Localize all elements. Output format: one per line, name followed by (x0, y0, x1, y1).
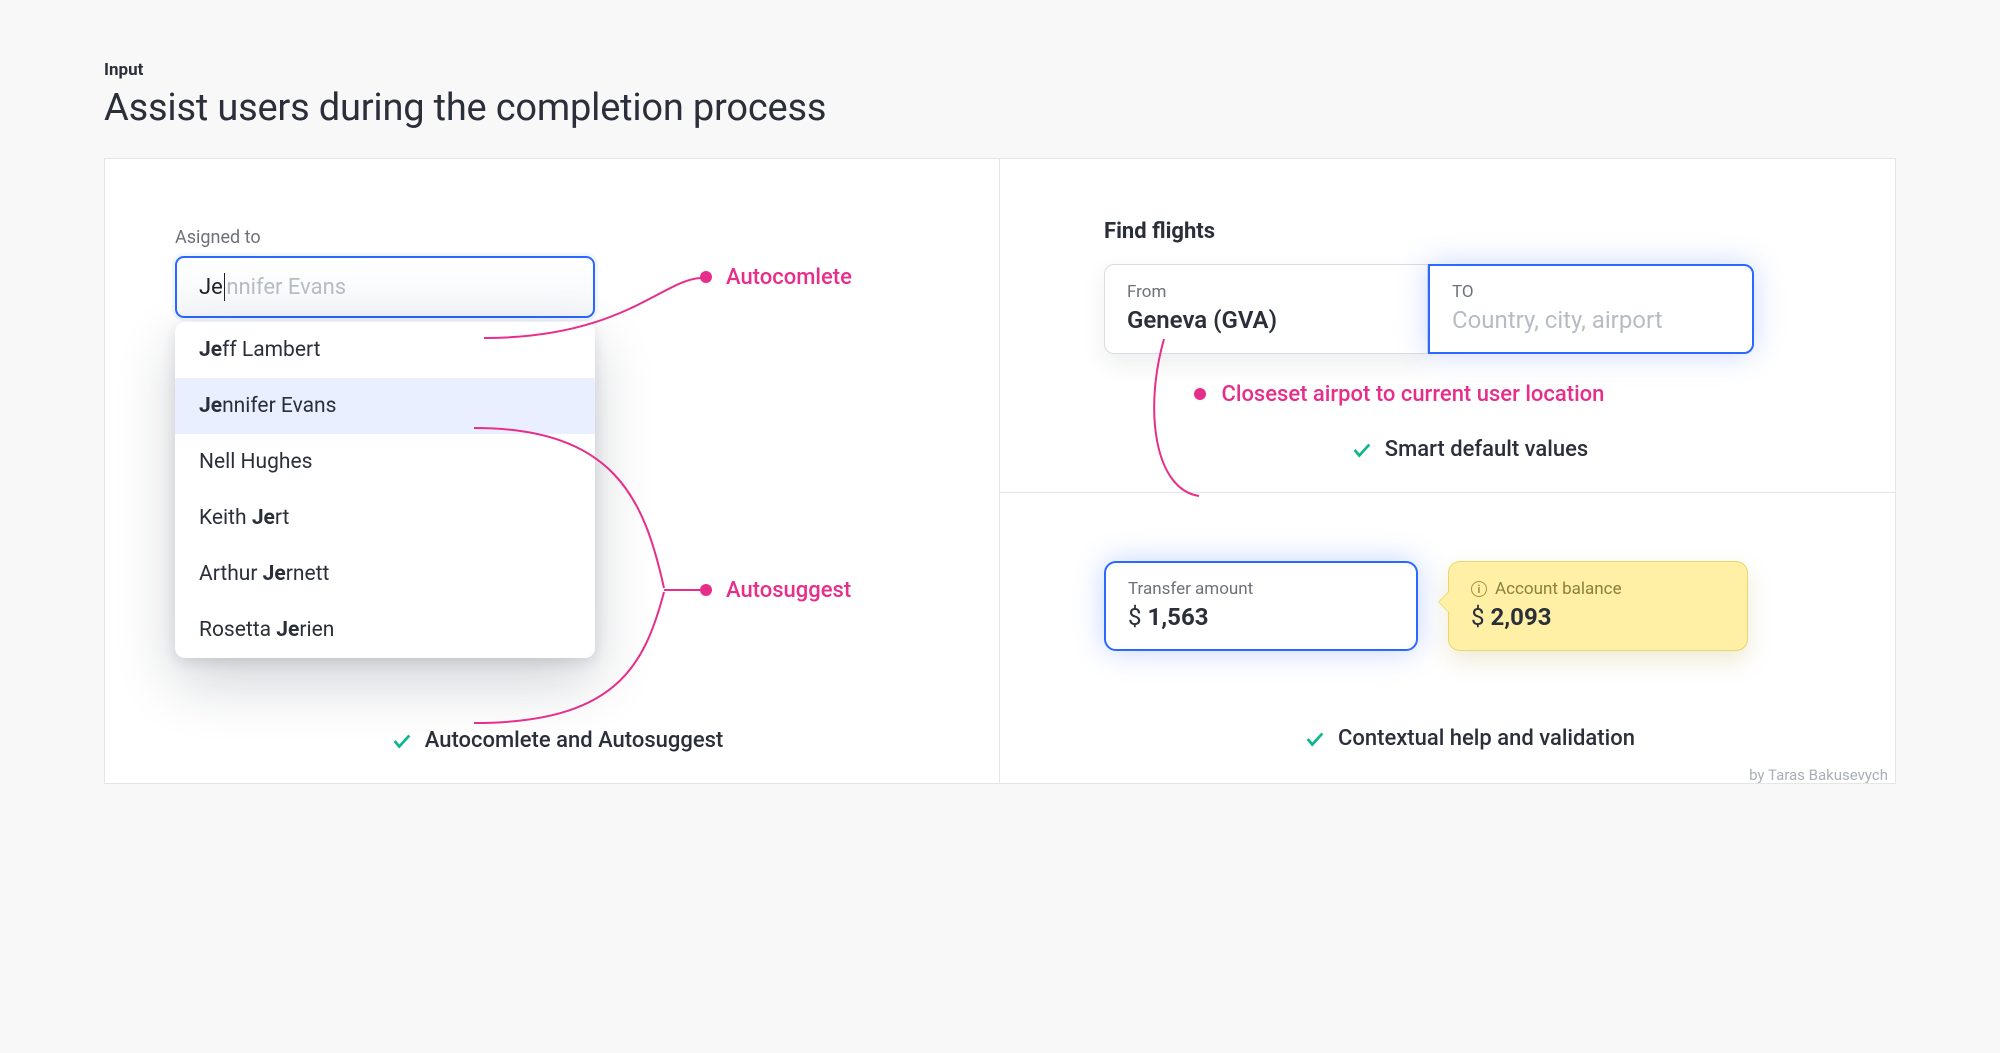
panel-autocomplete: Asigned to Je nnifer Evans Jeff LambertJ… (105, 159, 1000, 783)
credit-text: by Taras Bakusevych (1749, 766, 1888, 784)
annotation-closest-text: Closeset airpot to current user location (1221, 382, 1604, 407)
annotation-dot-icon (700, 271, 712, 283)
annotation-dot-icon (700, 584, 712, 596)
info-icon: i (1471, 581, 1487, 597)
balance-tooltip: i Account balance $2,093 (1448, 561, 1748, 651)
flight-from-field[interactable]: From Geneva (GVA) (1104, 264, 1428, 354)
assigned-field-wrap: Asigned to Je nnifer Evans Jeff LambertJ… (175, 227, 595, 658)
transfer-amount-field[interactable]: Transfer amount $1,563 (1104, 561, 1418, 651)
transfer-amount-value: $1,563 (1128, 603, 1394, 631)
flight-from-label: From (1127, 282, 1405, 302)
dropdown-option[interactable]: Rosetta Jerien (175, 602, 595, 658)
panel-transfer: Transfer amount $1,563 i Account balance… (1000, 493, 1895, 783)
assigned-ghost-text: nnifer Evans (226, 275, 346, 300)
flights-row: From Geneva (GVA) TO Country, city, airp… (1104, 264, 1754, 354)
flight-from-value: Geneva (GVA) (1127, 306, 1405, 334)
assigned-label: Asigned to (175, 227, 595, 248)
balance-label: Account balance (1495, 579, 1622, 599)
flights-title: Find flights (1104, 219, 1835, 244)
flight-to-field[interactable]: TO Country, city, airport (1428, 264, 1754, 354)
balance-label-row: i Account balance (1471, 579, 1725, 599)
currency-symbol: $ (1128, 603, 1142, 631)
check-icon (1304, 728, 1326, 750)
assigned-input[interactable]: Je nnifer Evans (175, 256, 595, 318)
currency-symbol: $ (1471, 603, 1485, 631)
section-headline: Assist users during the completion proce… (104, 86, 1896, 130)
text-cursor-icon (224, 273, 226, 301)
assigned-typed-text: Je (199, 275, 223, 300)
dropdown-option[interactable]: Arthur Jernett (175, 546, 595, 602)
annotation-dot-icon (1194, 388, 1206, 400)
caption-autocomplete: Autocomlete and Autosuggest (175, 728, 939, 753)
caption-smart-defaults: Smart default values (1104, 437, 1835, 462)
flight-to-label: TO (1452, 282, 1730, 302)
flight-to-placeholder: Country, city, airport (1452, 306, 1730, 334)
panel-flights: Find flights From Geneva (GVA) TO Countr… (1000, 159, 1895, 493)
section-eyebrow: Input (104, 60, 1896, 80)
caption-autocomplete-text: Autocomlete and Autosuggest (425, 728, 724, 753)
dropdown-option[interactable]: Jennifer Evans (175, 378, 595, 434)
examples-grid: Asigned to Je nnifer Evans Jeff LambertJ… (104, 158, 1896, 784)
transfer-amount-number: 1,563 (1148, 603, 1209, 631)
caption-contextual: Contextual help and validation (1104, 726, 1835, 751)
assigned-dropdown: Jeff LambertJennifer EvansNell HughesKei… (175, 322, 595, 658)
transfer-row: Transfer amount $1,563 i Account balance… (1104, 561, 1784, 651)
balance-number: 2,093 (1491, 603, 1552, 631)
check-icon (1351, 439, 1373, 461)
dropdown-option[interactable]: Jeff Lambert (175, 322, 595, 378)
dropdown-option[interactable]: Keith Jert (175, 490, 595, 546)
check-icon (391, 730, 413, 752)
annotation-autosuggest-text: Autosuggest (726, 578, 851, 603)
balance-value: $2,093 (1471, 603, 1725, 631)
caption-contextual-text: Contextual help and validation (1338, 726, 1635, 751)
dropdown-option[interactable]: Nell Hughes (175, 434, 595, 490)
transfer-amount-label: Transfer amount (1128, 579, 1394, 599)
page: Input Assist users during the completion… (0, 0, 2000, 784)
annotation-autocomplete: Autocomlete (700, 265, 852, 290)
annotation-closest: Closeset airpot to current user location (1194, 382, 1835, 407)
annotation-autocomplete-text: Autocomlete (726, 265, 852, 290)
caption-smart-defaults-text: Smart default values (1385, 437, 1588, 462)
annotation-autosuggest: Autosuggest (700, 578, 851, 603)
